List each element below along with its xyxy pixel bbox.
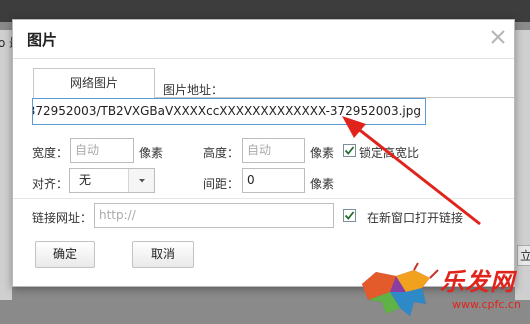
tab-network-image[interactable]: 网络图片	[33, 68, 155, 98]
image-url-label: 图片地址：	[163, 83, 224, 97]
ok-button[interactable]: 确定	[35, 241, 95, 268]
close-icon[interactable]	[487, 26, 509, 48]
spacing-label: 间距：	[203, 177, 240, 191]
align-label: 对齐：	[32, 177, 69, 191]
background-left-strip	[0, 30, 12, 300]
title-divider	[13, 58, 514, 59]
align-select[interactable]: 无	[69, 168, 155, 193]
watermark-brand: 乐发网	[440, 268, 515, 296]
cancel-button[interactable]: 取消	[132, 241, 194, 268]
height-label: 高度：	[203, 146, 240, 160]
background-right-button: 立	[517, 245, 530, 266]
width-label: 宽度：	[32, 146, 69, 160]
width-unit: 像素	[139, 146, 164, 160]
dialog-title: 图片	[27, 31, 58, 49]
width-input[interactable]: 自动	[70, 138, 134, 163]
annotation-arrow	[342, 116, 481, 226]
link-input[interactable]: http://	[94, 203, 334, 228]
align-value: 无	[79, 173, 92, 187]
dropdown-arrow-icon[interactable]	[128, 169, 154, 192]
link-label: 链接网址：	[32, 211, 93, 225]
height-input[interactable]: 自动	[242, 138, 305, 163]
spacing-input[interactable]: 0	[242, 168, 305, 193]
bull-logo	[362, 262, 439, 316]
watermark-url: www.cpfc.cn	[452, 298, 521, 311]
